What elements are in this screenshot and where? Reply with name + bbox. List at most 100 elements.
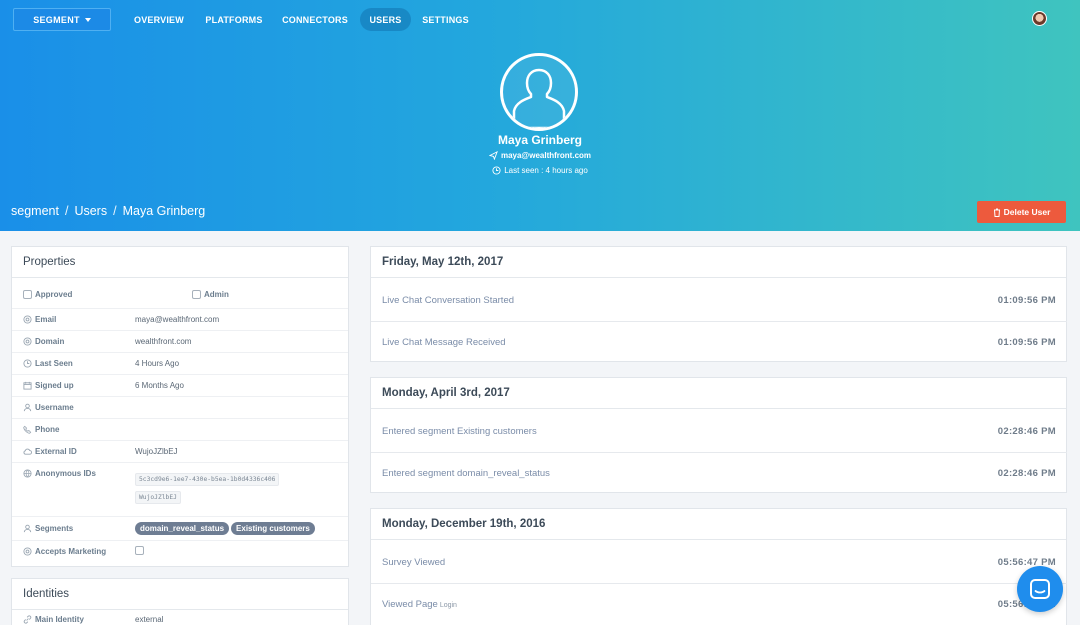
event-group: Monday, December 19th, 2016 Survey Viewe… [370,508,1067,625]
event-date: Monday, April 3rd, 2017 [371,378,1066,409]
approved-box[interactable] [23,290,32,299]
event-time: 01:09:56 PM [997,337,1056,348]
event-group: Friday, May 12th, 2017 Live Chat Convers… [370,246,1067,362]
user-last-seen: Last seen : 4 hours ago [0,166,1080,175]
delete-user-label: Delete User [1003,207,1051,217]
property-row-anonymous-ids: Anonymous IDs 5c3cd9e6-1ee7-430e-b5ea-1b… [12,463,348,517]
at-icon [23,315,32,324]
phone-icon [23,425,32,434]
property-row-signed-up: Signed up 6 Months Ago [12,375,348,397]
at-icon [23,547,32,556]
accepts-marketing-checkbox[interactable] [135,546,144,557]
breadcrumb-segment[interactable]: segment [11,204,59,218]
property-label: External ID [23,447,77,456]
anonymous-id-list: 5c3cd9e6-1ee7-430e-b5ea-1b0d4336c406 Wuj… [135,473,280,504]
event-name: Live Chat Message Received [382,337,506,348]
nav-overview[interactable]: OVERVIEW [128,8,190,31]
segment-tag[interactable]: domain_reveal_status [135,522,230,535]
properties-title: Properties [12,247,348,278]
property-label: Last Seen [23,359,73,368]
property-row-username: Username [12,397,348,419]
user-icon [23,403,32,412]
property-label-text: Main Identity [35,615,84,624]
user-email: maya@wealthfront.com [0,151,1080,161]
event-date: Monday, December 19th, 2016 [371,509,1066,540]
event-name: Entered segment domain_reveal_status [382,468,550,479]
property-row-domain: Domain wealthfront.com [12,331,348,353]
property-label: Main Identity [23,615,84,624]
property-label: Signed up [23,381,74,390]
approved-label: Approved [35,290,73,299]
at-icon [23,337,32,346]
admin-box[interactable] [192,290,201,299]
property-value-domain: wealthfront.com [135,337,192,346]
workspace-dropdown[interactable]: SEGMENT [13,8,111,31]
segment-tag[interactable]: Existing customers [231,522,315,535]
breadcrumb-users[interactable]: Users [74,204,107,218]
property-label: Domain [23,337,64,346]
event-name-group: Viewed Page Login [382,599,457,610]
event-name: Live Chat Conversation Started [382,295,515,306]
identity-value-main: external [135,615,164,624]
property-label-text: Phone [35,425,60,434]
workspace-label: SEGMENT [33,14,80,25]
trash-icon [993,208,1000,217]
property-row-phone: Phone [12,419,348,441]
property-label-text: Domain [35,337,65,346]
property-label-text: Signed up [35,381,74,390]
property-label-text: Accepts Marketing [35,547,107,556]
event-name: Viewed Page [382,599,438,610]
event-row[interactable]: Entered segment Existing customers 02:28… [371,410,1067,452]
user-header: SEGMENT OVERVIEW PLATFORMS CONNECTORS US… [0,0,1080,231]
property-row-external-id: External ID WujoJZlbEJ [12,441,348,463]
accepts-marketing-box[interactable] [135,546,144,555]
identities-panel: Identities Main Identity external [11,578,349,625]
property-label-text: External ID [35,447,77,456]
event-row[interactable]: Entered segment domain_reveal_status 02:… [371,452,1067,493]
property-row-last-seen: Last Seen 4 Hours Ago [12,353,348,375]
event-row[interactable]: Viewed PageLogin 05:56:47 PM [371,583,1067,625]
property-label-text: Last Seen [35,359,73,368]
property-label: Accepts Marketing [23,547,106,556]
property-label-text: Anonymous IDs [35,469,96,478]
top-nav: SEGMENT OVERVIEW PLATFORMS CONNECTORS US… [0,8,1080,32]
breadcrumb-current: Maya Grinberg [122,204,206,218]
event-time: 02:28:46 PM [997,426,1056,437]
approved-checkbox[interactable]: Approved [23,290,72,299]
breadcrumb-separator: / [113,204,117,218]
event-row[interactable]: Live Chat Message Received 01:09:56 PM [371,321,1067,362]
anonymous-id: 5c3cd9e6-1ee7-430e-b5ea-1b0d4336c406 [135,473,280,486]
globe-icon [23,469,32,478]
nav-users[interactable]: USERS [360,8,411,31]
identity-row-main: Main Identity external [12,615,348,625]
link-icon [23,615,32,624]
paper-plane-icon [488,151,498,161]
property-label-text: Username [35,403,74,412]
account-avatar[interactable] [1032,11,1047,26]
chat-icon [1030,579,1050,599]
event-row[interactable]: Live Chat Conversation Started 01:09:56 … [371,279,1067,321]
admin-checkbox[interactable]: Admin [192,290,229,299]
nav-connectors[interactable]: CONNECTORS [279,8,351,31]
admin-label: Admin [204,290,229,299]
event-row[interactable]: Survey Viewed 05:56:47 PM [371,541,1067,583]
property-label: Email [23,315,56,324]
property-row-segments: Segments domain_reveal_status Existing cu… [12,517,348,541]
breadcrumb-separator: / [64,204,69,218]
nav-platforms[interactable]: PLATFORMS [201,8,267,31]
user-avatar [500,53,578,131]
segment-tags: domain_reveal_status Existing customers [135,522,317,535]
identities-title: Identities [12,579,348,610]
properties-panel: Properties Approved Admin Email maya@wea… [11,246,349,567]
property-label: Phone [23,425,59,434]
nav-settings[interactable]: SETTINGS [418,8,473,31]
chat-launcher-button[interactable] [1017,566,1063,612]
property-label: Username [23,403,74,412]
event-time: 02:28:46 PM [997,468,1056,479]
anonymous-id: WujoJZlbEJ [135,491,181,504]
delete-user-button[interactable]: Delete User [977,201,1066,223]
property-label: Anonymous IDs [23,469,96,478]
user-silhouette-icon [512,68,566,128]
users-icon [23,524,32,533]
property-row-accepts-marketing: Accepts Marketing [12,541,348,563]
